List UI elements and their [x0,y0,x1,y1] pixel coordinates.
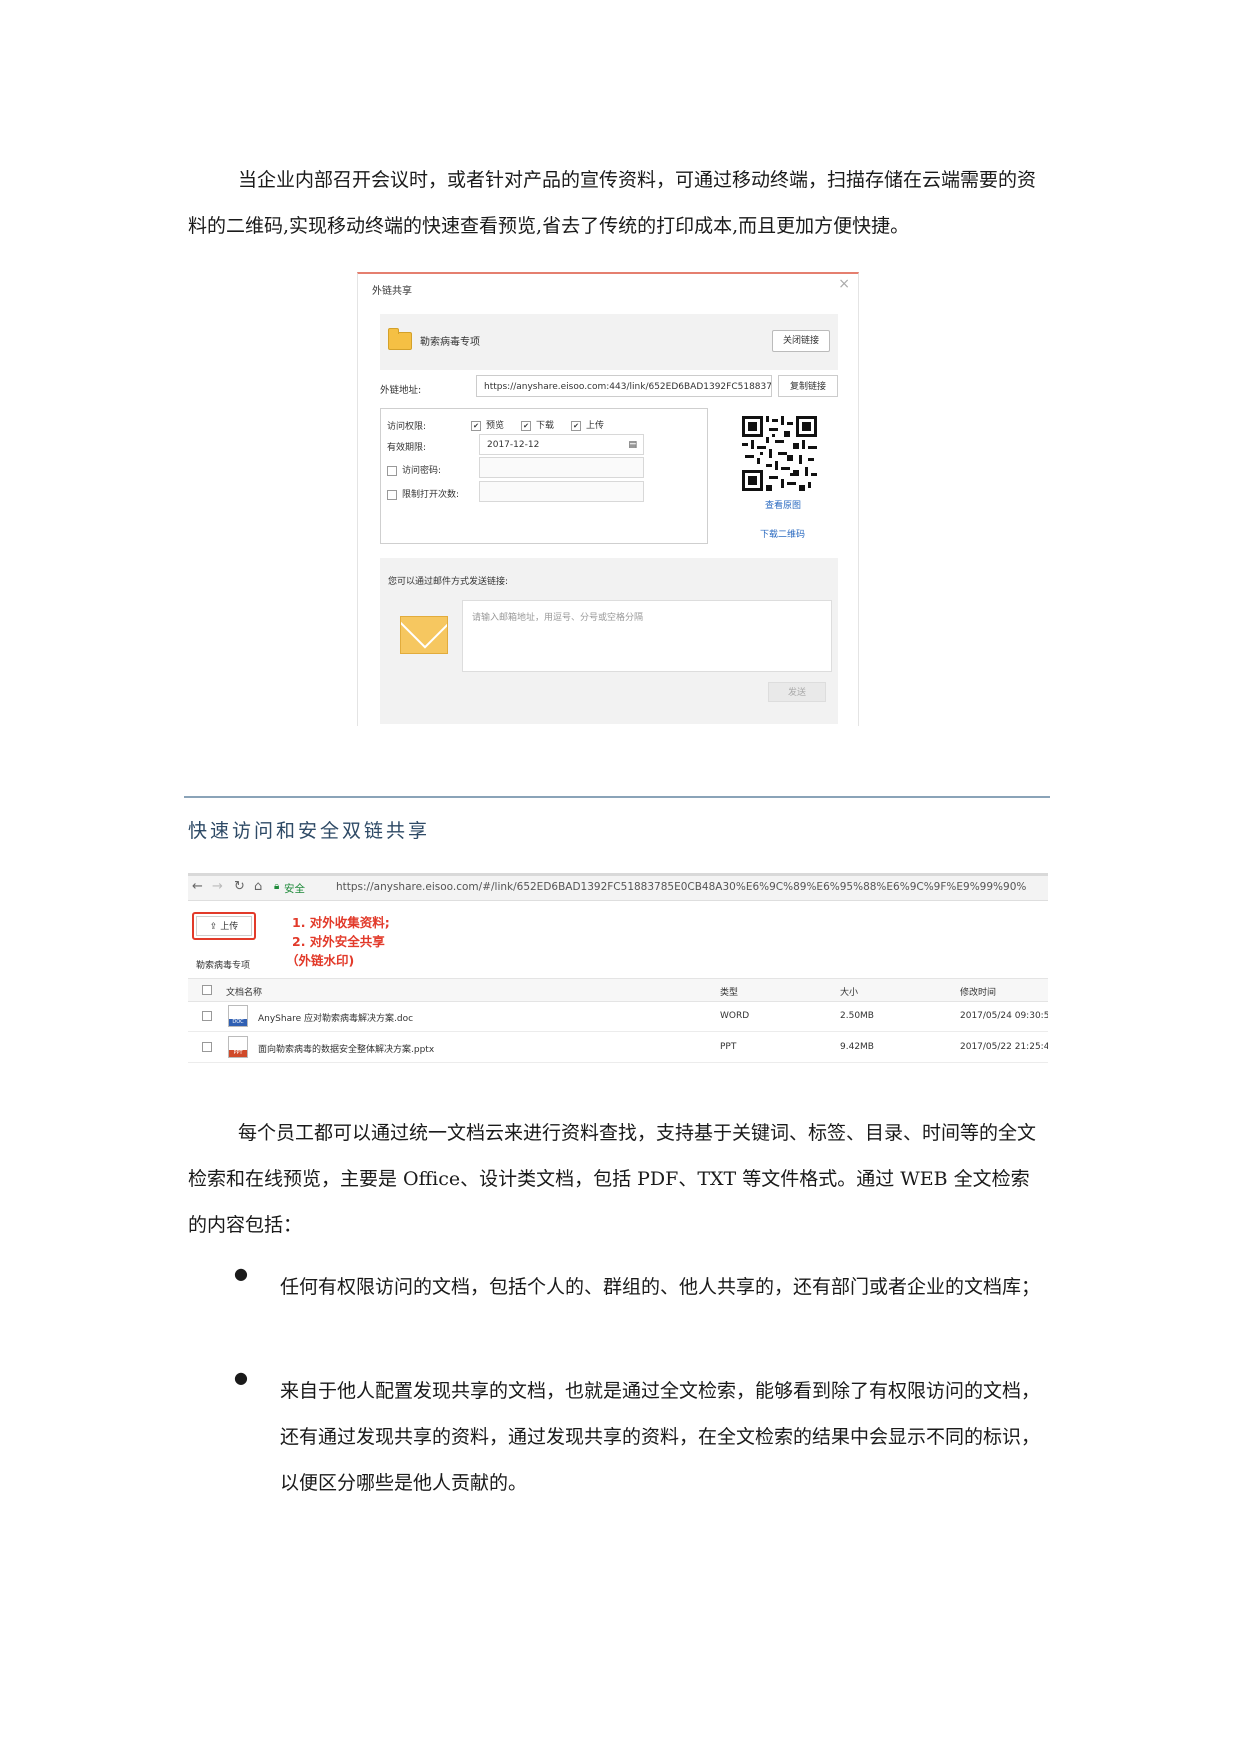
back-icon[interactable]: ← [192,879,203,894]
col-name[interactable]: 文档名称 [226,985,262,998]
expiry-date-value: 2017-12-12 [487,440,540,450]
file-modified: 2017/05/22 21:25:48 [960,1042,1048,1052]
col-type[interactable]: 类型 [720,985,738,998]
folder-name: 勒索病毒专项 [420,337,480,348]
lock-icon: 🔒︎ [274,881,280,892]
browser-toolbar: ← → ↻ ⌂ 🔒︎ 安全 https://anyshare.eisoo.com… [188,876,1048,901]
folder-row: 勒索病毒专项 关闭链接 [380,314,838,370]
upload-button[interactable]: ⇪ 上传 [196,916,252,936]
file-badge: PPT [229,1050,247,1057]
qr-code [742,416,817,491]
email-share-panel: 您可以通过邮件方式发送链接: 请输入邮箱地址，用逗号、分号或空格分隔 发送 [380,558,838,724]
url-label: 外链地址: [380,385,422,396]
bullet-text: 来自于他人配置发现共享的文档，也就是通过全文检索，能够看到除了有权限访问的文档，… [280,1380,1041,1494]
checkbox-icon [202,1042,212,1052]
table-row[interactable]: PPT 面向勒索病毒的数据安全整体解决方案.pptx PPT 9.42MB 20… [188,1032,1048,1063]
row-checkbox[interactable] [202,1011,217,1022]
reload-icon[interactable]: ↻ [234,879,245,894]
open-limit-label: 限制打开次数: [402,490,460,500]
download-qr-link[interactable]: 下载二维码 [760,527,805,540]
check-icon: ✔ [571,420,581,431]
bullet-dot-icon: ● [234,1368,248,1387]
folder-icon [388,328,412,350]
list-item: 来自于他人配置发现共享的文档，也就是通过全文检索，能够看到除了有权限访问的文档，… [280,1368,1048,1506]
perm-preview-label: 预览 [486,421,505,431]
file-badge: DOC [229,1019,247,1026]
annotation-watermark: （外链水印) [286,953,355,968]
intro-text: 当企业内部召开会议时，或者针对产品的宣传资料，可通过移动终端，扫描存储在云端需要… [188,169,1037,237]
bullet-text: 任何有权限访问的文档，包括个人的、群组的、他人共享的，还有部门或者企业的文档库； [280,1276,1041,1298]
address-bar[interactable]: https://anyshare.eisoo.com/#/link/652ED6… [336,881,1026,893]
check-icon: ✔ [521,420,531,431]
annotation-share: 2. 对外安全共享 [292,934,385,949]
perm-upload-label: 上传 [586,421,605,431]
section-divider [184,796,1050,798]
password-option[interactable]: 访问密码: [387,463,441,476]
doc-file-icon: DOC [228,1005,248,1027]
perm-download[interactable]: ✔ 下载 [521,418,554,431]
email-input[interactable]: 请输入邮箱地址，用逗号、分号或空格分隔 [462,600,832,672]
col-modified[interactable]: 修改时间 [960,985,996,998]
annotation-collect: 1. 对外收集资料; [292,915,390,930]
perm-upload[interactable]: ✔ 上传 [571,418,604,431]
expiry-label: 有效期限: [387,443,427,453]
file-table-header: 文档名称 类型 大小 修改时间 [188,978,1048,1002]
upload-label: 上传 [220,922,239,932]
checkbox-icon [387,465,397,476]
bullet-dot-icon: ● [234,1264,248,1283]
search-text: 每个员工都可以通过统一文档云来进行资料查找，支持基于关键词、标签、目录、时间等的… [188,1122,1037,1236]
perm-preview[interactable]: ✔ 预览 [471,418,504,431]
checkbox-icon [202,985,212,995]
permission-panel: 访问权限: ✔ 预览 ✔ 下载 ✔ 上传 有效期限: 2017-12-12 ▤ 访问密… [380,408,708,544]
breadcrumb[interactable]: 勒索病毒专项 [196,958,250,971]
select-all-checkbox[interactable] [202,985,217,996]
link-url-field[interactable]: https://anyshare.eisoo.com:443/link/652E… [476,375,772,397]
calendar-icon[interactable]: ▤ [628,435,637,456]
dialog-title: 外链共享 [372,286,412,297]
check-icon: ✔ [471,420,481,431]
share-dialog-screenshot: 外链共享 × 勒索病毒专项 关闭链接 外链地址: https://anyshar… [357,272,859,726]
envelope-icon [400,616,448,654]
file-name[interactable]: 面向勒索病毒的数据安全整体解决方案.pptx [258,1042,434,1055]
file-name[interactable]: AnyShare 应对勒索病毒解决方案.doc [258,1011,413,1024]
close-link-button[interactable]: 关闭链接 [772,330,830,352]
email-prompt: 您可以通过邮件方式发送链接: [388,577,509,587]
ppt-file-icon: PPT [228,1036,248,1058]
checkbox-icon [387,489,397,500]
open-limit-field[interactable] [479,481,644,502]
file-size: 2.50MB [840,1011,874,1021]
close-icon[interactable]: × [838,276,850,292]
forward-icon[interactable]: → [212,879,223,894]
secure-label: 安全 [284,883,305,895]
password-field[interactable] [479,457,644,478]
checkbox-icon [202,1011,212,1021]
send-button[interactable]: 发送 [768,682,826,702]
home-icon[interactable]: ⌂ [254,879,262,894]
file-size: 9.42MB [840,1042,874,1052]
browser-screenshot: ← → ↻ ⌂ 🔒︎ 安全 https://anyshare.eisoo.com… [188,873,1048,1084]
search-paragraph: 每个员工都可以通过统一文档云来进行资料查找，支持基于关键词、标签、目录、时间等的… [188,1110,1048,1248]
expiry-date-field[interactable]: 2017-12-12 ▤ [479,434,644,455]
file-type: PPT [720,1042,737,1052]
col-size[interactable]: 大小 [840,985,858,998]
password-label: 访问密码: [402,466,442,476]
perm-download-label: 下载 [536,421,555,431]
section-title: 快速访问和安全双链共享 [188,820,431,842]
file-type: WORD [720,1011,750,1021]
row-checkbox[interactable] [202,1042,217,1053]
table-row[interactable]: DOC AnyShare 应对勒索病毒解决方案.doc WORD 2.50MB … [188,1001,1048,1032]
access-label: 访问权限: [387,422,427,432]
open-limit-option[interactable]: 限制打开次数: [387,487,459,500]
upload-icon: ⇪ [209,922,221,932]
intro-paragraph: 当企业内部召开会议时，或者针对产品的宣传资料，可通过移动终端，扫描存储在云端需要… [188,157,1048,249]
list-item: 任何有权限访问的文档，包括个人的、群组的、他人共享的，还有部门或者企业的文档库； [280,1264,1048,1310]
view-original-link[interactable]: 查看原图 [765,498,801,511]
copy-link-button[interactable]: 复制链接 [778,375,838,397]
file-modified: 2017/05/24 09:30:54 [960,1011,1048,1021]
